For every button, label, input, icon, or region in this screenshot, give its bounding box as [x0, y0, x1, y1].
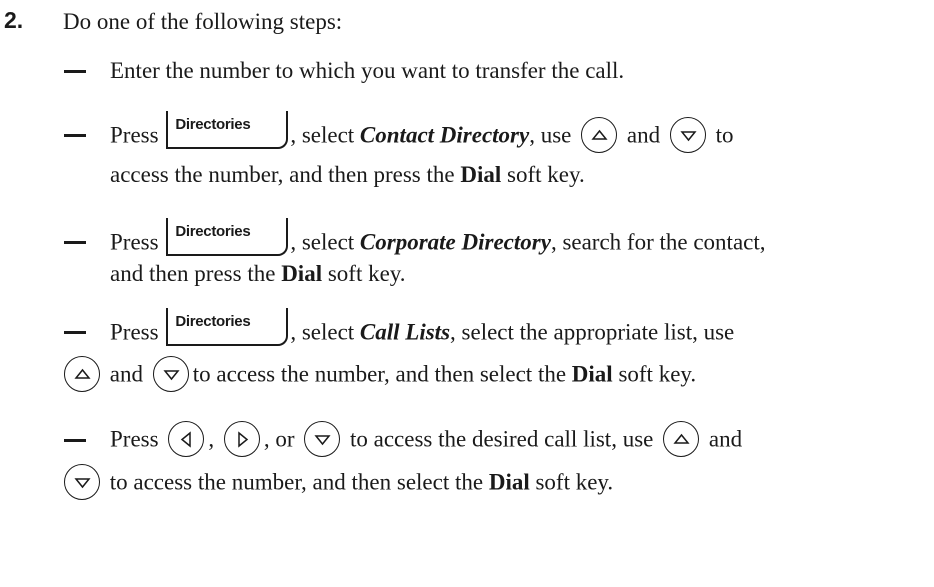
item-text: soft key. — [612, 361, 697, 387]
item-text: to — [715, 122, 734, 148]
softkey-label: Directories — [175, 223, 251, 240]
item-line-2: to access the number, and then select th… — [64, 464, 614, 502]
item-text: , select — [290, 122, 360, 148]
step-number: 2. — [4, 7, 24, 33]
item-text: Press — [110, 426, 159, 452]
item-line-2: and then press the Dial soft key. — [110, 260, 406, 288]
item-text: to access the number, and then select th… — [192, 361, 572, 387]
step-intro: Do one of the following steps: — [63, 9, 343, 34]
directories-softkey-icon: Directories — [166, 218, 289, 256]
item-text: , use — [529, 122, 572, 148]
list-item-enter-number: Enter the number to which you want to tr… — [64, 52, 934, 92]
item-target: Corporate Directory — [359, 229, 551, 255]
item-text: , select — [290, 229, 360, 255]
item-text: to access the number, and then select th… — [109, 469, 489, 495]
list-item-contact-directory: Press Directories , select Contact Direct… — [64, 108, 934, 198]
item-text: access the number, and then press the — [110, 162, 461, 187]
item-text: Enter the number to which you want to tr… — [110, 58, 625, 83]
item-line-1: Press Directories , select Call Lists, se… — [110, 308, 735, 353]
down-arrow-key-icon — [304, 421, 341, 457]
item-text: to access the desired call list, use — [349, 426, 654, 452]
directories-softkey-icon: Directories — [166, 111, 289, 149]
list-dash — [64, 241, 86, 244]
list-item-corporate-directory: Press Directories , select Corporate Dire… — [64, 215, 934, 300]
item-text: , select — [290, 319, 360, 345]
list-dash — [64, 331, 86, 334]
up-arrow-key-icon — [581, 117, 618, 153]
instruction-page: 2. Do one of the following steps: Enter … — [0, 0, 934, 587]
up-arrow-key-icon — [64, 356, 100, 392]
up-arrow-key-icon — [663, 421, 700, 457]
item-text: and then press the — [110, 261, 282, 286]
item-text: , search for the contact, — [550, 229, 766, 255]
down-arrow-key-icon — [64, 464, 100, 500]
down-arrow-key-icon — [152, 356, 189, 392]
dial-label: Dial — [488, 469, 530, 495]
item-target: Contact Directory — [359, 122, 530, 148]
item-text: soft key. — [501, 162, 585, 187]
softkey-label: Directories — [175, 313, 251, 330]
item-text: and — [708, 426, 743, 452]
item-text: , or — [263, 426, 295, 452]
left-arrow-key-icon — [168, 421, 205, 457]
list-item-navigation-keys: Press , , or to access the desired call … — [64, 413, 934, 533]
list-item-call-lists: Press Directories , select Call Lists, se… — [64, 305, 934, 405]
item-text: and — [109, 361, 143, 387]
item-text: soft key. — [529, 469, 614, 495]
list-dash — [64, 439, 86, 442]
dial-label: Dial — [571, 361, 613, 387]
dial-label: Dial — [460, 162, 502, 187]
item-target: Call Lists — [359, 319, 451, 345]
list-dash — [64, 70, 86, 73]
item-text: , — [208, 426, 215, 452]
item-text: soft key. — [322, 261, 406, 286]
item-text: and — [626, 122, 661, 148]
directories-softkey-icon: Directories — [166, 308, 289, 346]
item-text: Press — [110, 319, 159, 345]
item-line-1: Press , , or to access the desired call … — [110, 421, 743, 459]
list-dash — [64, 134, 86, 137]
item-text: Press — [110, 229, 159, 255]
item-line-2: access the number, and then press the Di… — [110, 161, 585, 189]
item-text: Press — [110, 122, 159, 148]
right-arrow-key-icon — [223, 421, 260, 457]
item-line-1: Press Directories , select Contact Direct… — [110, 111, 734, 156]
down-arrow-key-icon — [669, 117, 706, 153]
item-line-2: and to access the number, and then selec… — [64, 356, 697, 394]
item-line-1: Press Directories , select Corporate Dire… — [110, 218, 766, 263]
softkey-label: Directories — [175, 116, 251, 133]
item-text: , select the appropriate list, use — [450, 319, 735, 345]
dial-label: Dial — [281, 261, 323, 286]
